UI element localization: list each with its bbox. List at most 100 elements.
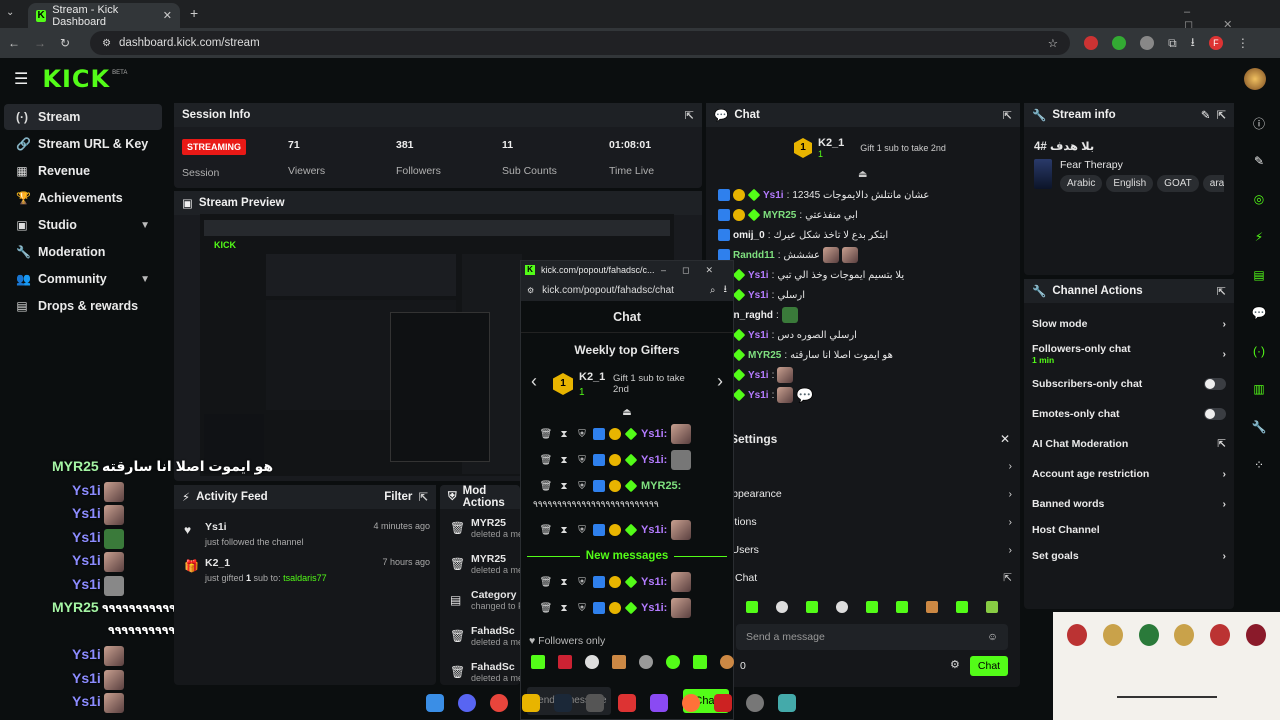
- timeout-icon[interactable]: ⧗: [557, 603, 571, 614]
- emotes-only-toggle[interactable]: [1204, 408, 1226, 420]
- app-icon[interactable]: [586, 694, 604, 712]
- app-icon[interactable]: [714, 694, 732, 712]
- tag[interactable]: arabi: [1202, 175, 1224, 192]
- new-messages-divider[interactable]: New messages: [521, 543, 733, 569]
- category-thumbnail[interactable]: [1034, 159, 1052, 189]
- emote-icon[interactable]: [926, 601, 938, 613]
- chat-username[interactable]: Randd11: [733, 250, 775, 261]
- delete-icon[interactable]: 🗑: [539, 525, 553, 536]
- top-gifter[interactable]: 1 K2_1 1 Gift 1 sub to take 2nd: [794, 137, 946, 159]
- emote-icon[interactable]: [558, 655, 572, 669]
- back-icon[interactable]: ←: [8, 36, 20, 50]
- slow-mode-row[interactable]: Slow mode ›: [1024, 311, 1234, 337]
- profile-icon[interactable]: F: [1208, 36, 1223, 50]
- chat-username[interactable]: MYR25:: [641, 480, 681, 492]
- extension-icon[interactable]: [1084, 36, 1099, 50]
- emote-icon[interactable]: [585, 655, 599, 669]
- emote-icon[interactable]: [956, 601, 968, 613]
- settings-item[interactable]: d Actions ›: [706, 509, 1020, 535]
- subscribers-only-toggle[interactable]: [1204, 378, 1226, 390]
- download-icon[interactable]: ⭳: [1191, 33, 1195, 54]
- file-explorer-icon[interactable]: [522, 694, 540, 712]
- host-channel-row[interactable]: Host Channel: [1024, 517, 1234, 543]
- emote-icon[interactable]: [986, 601, 998, 613]
- popout-icon[interactable]: ⇱: [685, 109, 694, 122]
- url-field[interactable]: ⚙ dashboard.kick.com/stream ☆: [90, 31, 1071, 55]
- app-icon[interactable]: [778, 694, 796, 712]
- ban-icon[interactable]: ⛨: [575, 429, 589, 440]
- sidebar-item-moderation[interactable]: 🔧 Moderation: [4, 239, 162, 265]
- discord-icon[interactable]: [458, 694, 476, 712]
- sidebar-item-stream[interactable]: (·) Stream: [4, 104, 162, 130]
- hamburger-menu-icon[interactable]: ☰: [14, 69, 28, 89]
- send-chat-button[interactable]: Chat: [970, 656, 1008, 676]
- extensions-puzzle-icon[interactable]: ⧉: [1168, 36, 1177, 51]
- browser-menu-icon[interactable]: ⋮: [1237, 36, 1249, 50]
- chat-settings-gear-icon[interactable]: ⚙: [950, 658, 960, 671]
- banned-words-row[interactable]: Banned words ›: [1024, 491, 1234, 517]
- popout-icon[interactable]: ⇱: [1003, 109, 1012, 122]
- sidebar-item-revenue[interactable]: ▦ Revenue: [4, 158, 162, 184]
- sidebar-item-studio[interactable]: ▣ Studio ▼: [4, 212, 162, 238]
- chat-username[interactable]: Ys1i: [763, 190, 784, 201]
- browser-tab[interactable]: K Stream - Kick Dashboard ✕: [28, 3, 180, 28]
- broadcast-icon[interactable]: (·): [1246, 338, 1272, 364]
- gift-cta[interactable]: Gift 1 sub to take 2nd: [613, 373, 693, 395]
- chat-username[interactable]: Ys1i:: [641, 524, 667, 536]
- emoji-picker-icon[interactable]: ☺: [987, 631, 998, 643]
- sidebar-item-achievements[interactable]: 🏆 Achievements: [4, 185, 162, 211]
- site-info-icon[interactable]: ⚙: [102, 38, 111, 49]
- set-goals-row[interactable]: Set goals ›: [1024, 543, 1234, 569]
- popout-icon[interactable]: ⇱: [1216, 108, 1226, 122]
- window-controls[interactable]: –◻✕: [661, 265, 729, 276]
- firefox-icon[interactable]: [682, 694, 700, 712]
- chat-username[interactable]: MYR25: [763, 210, 796, 221]
- timeout-icon[interactable]: ⧗: [557, 525, 571, 536]
- lightning-icon[interactable]: ⚡: [1246, 224, 1272, 250]
- timeout-icon[interactable]: ⧗: [557, 455, 571, 466]
- timeout-icon[interactable]: ⧗: [557, 481, 571, 492]
- delete-icon[interactable]: 🗑: [539, 429, 553, 440]
- emote-icon[interactable]: [776, 601, 788, 613]
- followers-only-row[interactable]: Followers-only chat 1 min ›: [1024, 337, 1234, 371]
- new-tab-icon[interactable]: +: [190, 5, 198, 21]
- sidebar-item-drops[interactable]: ▤ Drops & rewards: [4, 293, 162, 319]
- pin-icon[interactable]: ⏏: [521, 407, 733, 421]
- ban-icon[interactable]: ⛨: [575, 603, 589, 614]
- emote-icon[interactable]: [612, 655, 626, 669]
- edit-pencil-icon[interactable]: ✎: [1201, 108, 1211, 122]
- wrench-icon[interactable]: 🔧: [1246, 414, 1272, 440]
- delete-icon[interactable]: 🗑: [539, 455, 553, 466]
- app-icon[interactable]: [746, 694, 764, 712]
- popout-icon[interactable]: ⇱: [418, 490, 428, 504]
- settings-item[interactable]: ted Users ›: [706, 537, 1020, 563]
- chat-username[interactable]: Ys1i: [748, 370, 769, 381]
- user-avatar[interactable]: [1244, 68, 1266, 90]
- tag[interactable]: GOAT: [1157, 175, 1199, 192]
- steam-icon[interactable]: [554, 694, 572, 712]
- ban-icon[interactable]: ⛨: [575, 577, 589, 588]
- chevron-right-icon[interactable]: ›: [717, 371, 723, 392]
- ban-icon[interactable]: ⛨: [575, 525, 589, 536]
- close-icon[interactable]: ✕: [1000, 432, 1010, 446]
- chevron-left-icon[interactable]: ‹: [531, 371, 537, 392]
- subscribers-only-row[interactable]: Subscribers-only chat: [1024, 371, 1234, 397]
- chat-username[interactable]: omij_0: [733, 230, 765, 241]
- adblock-extension-icon[interactable]: [1140, 36, 1155, 50]
- ai-moderation-row[interactable]: AI Chat Moderation ⇱: [1024, 431, 1234, 457]
- ban-icon[interactable]: ⛨: [575, 481, 589, 492]
- chat-username[interactable]: Ys1i: [748, 290, 769, 301]
- delete-icon[interactable]: 🗑: [539, 603, 553, 614]
- settings-item[interactable]: ntity›: [706, 453, 1020, 479]
- delete-icon[interactable]: 🗑: [539, 577, 553, 588]
- gift-target-link[interactable]: tsaldaris77: [283, 573, 327, 583]
- apps-icon[interactable]: ⁘: [1246, 452, 1272, 478]
- sidebar-item-community[interactable]: 👥 Community ▼: [4, 266, 162, 292]
- chat-username[interactable]: Ys1i:: [641, 602, 667, 614]
- chat-username[interactable]: Ys1i:: [641, 454, 667, 466]
- document-icon[interactable]: ▤: [1246, 262, 1272, 288]
- windows-start-icon[interactable]: [426, 694, 444, 712]
- emote-icon[interactable]: [866, 601, 878, 613]
- emote-icon[interactable]: [720, 655, 734, 669]
- chat-bubble-icon[interactable]: 💬: [1246, 300, 1272, 326]
